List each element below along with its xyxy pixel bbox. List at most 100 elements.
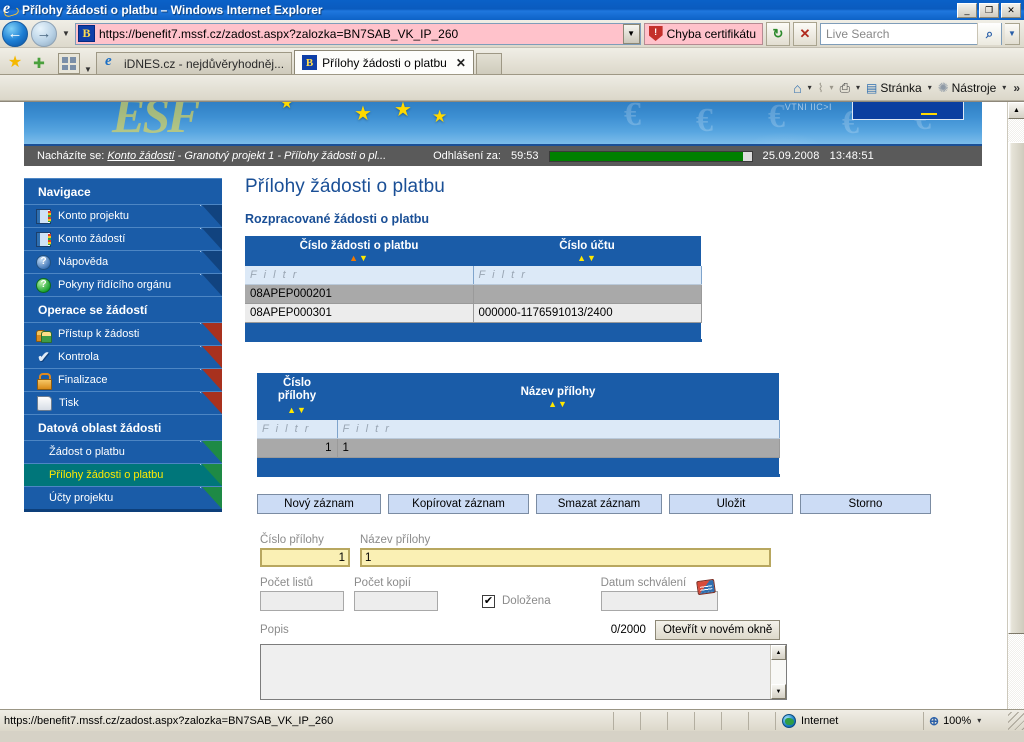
cancel-button[interactable]: Storno	[800, 494, 931, 514]
home-caret-icon[interactable]: ▾	[806, 83, 814, 92]
sort-asc-icon[interactable]: ▲	[287, 405, 297, 415]
page-scrollbar-vertical[interactable]: ▲	[1007, 102, 1024, 709]
sidebar-item-tisk[interactable]: Tisk	[24, 391, 222, 414]
textarea-popis[interactable]: ▲ ▼	[260, 644, 787, 700]
browser-tab-idnes[interactable]: iDNES.cz - nejdůvěryhodněj...	[96, 52, 293, 74]
zoom-caret-icon[interactable]: ▾	[975, 716, 983, 725]
sort-desc-icon[interactable]: ▼	[359, 253, 369, 263]
add-favorite-icon[interactable]: ✚	[28, 51, 50, 74]
input-pocet-listu[interactable]	[260, 591, 344, 611]
feeds-caret-icon[interactable]: ▾	[828, 83, 836, 92]
table-row[interactable]: 1 1	[257, 438, 780, 458]
sidebar-item-pokyny-ridiciho-organu[interactable]: ? Pokyny řídícího orgánu	[24, 273, 222, 296]
field-dolozena[interactable]: ✔ Doložena	[482, 591, 551, 611]
sidebar-item-prilohy-zadosti-o-platbu[interactable]: Přílohy žádosti o platbu	[24, 463, 222, 486]
input-pocet-kopii[interactable]	[354, 591, 438, 611]
eu-star-icon: ★	[280, 102, 294, 112]
sort-asc-icon[interactable]: ▲	[349, 253, 359, 263]
command-overflow-icon[interactable]: »	[1009, 81, 1020, 95]
certificate-error-badge[interactable]: ! Chyba certifikátu	[643, 22, 763, 45]
close-tab-icon[interactable]: ✕	[456, 56, 466, 70]
new-tab-button[interactable]	[475, 53, 502, 74]
textarea-content[interactable]	[261, 645, 770, 699]
sidebar-item-konto-zadosti[interactable]: Konto žádostí	[24, 227, 222, 250]
forward-button[interactable]: →	[31, 20, 57, 47]
sidebar-item-kontrola[interactable]: ✔ Kontrola	[24, 345, 222, 368]
column-label: Číslo účtu	[559, 240, 615, 252]
search-provider-caret-icon[interactable]: ▼	[1005, 22, 1020, 45]
sidebar-item-konto-projektu[interactable]: Konto projektu	[24, 204, 222, 227]
column-header-cislo-uctu[interactable]: Číslo účtu ▲▼	[473, 236, 701, 266]
table-row[interactable]: 08APEP000201	[245, 284, 702, 304]
zoom-control[interactable]: ⊕ 100% ▾	[924, 712, 1008, 730]
resize-grip[interactable]	[1008, 711, 1024, 730]
delete-record-button[interactable]: Smazat záznam	[536, 494, 662, 514]
home-button[interactable]: ⌂	[790, 77, 804, 99]
sidebar-item-finalizace[interactable]: Finalizace	[24, 368, 222, 391]
table-row[interactable]: 08APEP000301 000000-1176591013/2400	[245, 303, 702, 323]
filter-input-nazev-prilohy[interactable]: F i l t r	[337, 420, 780, 439]
sort-controls[interactable]: ▲▼	[339, 399, 777, 409]
sidebar-heading-operace: Operace se žádostí	[24, 296, 222, 322]
scroll-up-icon[interactable]: ▲	[771, 645, 786, 660]
sidebar-item-napoveda[interactable]: ? Nápověda	[24, 250, 222, 273]
textarea-scrollbar[interactable]: ▲ ▼	[770, 645, 786, 699]
print-button[interactable]: ⎙	[837, 77, 853, 99]
sidebar-item-zadost-o-platbu[interactable]: Žádost o platbu	[24, 440, 222, 463]
print-caret-icon[interactable]: ▾	[854, 83, 862, 92]
feeds-button[interactable]: ⌇	[815, 77, 827, 99]
scrollbar-thumb[interactable]	[1008, 142, 1024, 634]
column-header-cislo-zadosti[interactable]: Číslo žádosti o platbu ▲▼	[245, 236, 473, 266]
input-cislo-prilohy[interactable]: 1	[260, 548, 350, 567]
page-menu-button[interactable]: ▤ Stránka	[863, 77, 925, 99]
sort-controls[interactable]: ▲▼	[247, 253, 471, 263]
internet-explorer-icon	[3, 0, 18, 18]
checkbox-dolozena[interactable]: ✔	[482, 594, 495, 608]
sidebar-item-pristup-k-zadosti[interactable]: Přístup k žádosti	[24, 322, 222, 345]
breadcrumb-link[interactable]: Konto žádostí	[107, 150, 174, 162]
column-header-cislo-prilohy[interactable]: Číslo přílohy ▲▼	[257, 373, 337, 420]
url-bar[interactable]: B https://benefit7.mssf.cz/zadost.aspx?z…	[75, 22, 641, 45]
url-dropdown-icon[interactable]: ▼	[622, 23, 640, 44]
filter-input-cislo-uctu[interactable]: F i l t r	[473, 266, 702, 285]
minimize-button[interactable]: _	[957, 2, 977, 18]
recent-pages-caret-icon[interactable]: ▼	[60, 29, 72, 38]
sort-asc-icon[interactable]: ▲	[577, 253, 587, 263]
open-in-new-window-button[interactable]: Otevřít v novém okně	[654, 620, 781, 640]
sidebar-item-ucty-projektu[interactable]: Účty projektu	[24, 486, 222, 509]
tools-menu-caret-icon[interactable]: ▾	[1000, 83, 1008, 92]
sort-controls[interactable]: ▲▼	[475, 253, 699, 263]
tab-list-caret-icon[interactable]: ▼	[82, 65, 94, 74]
input-nazev-prilohy[interactable]: 1	[360, 548, 771, 567]
copy-record-button[interactable]: Kopírovat záznam	[388, 494, 529, 514]
filter-input-cislo-prilohy[interactable]: F i l t r	[257, 420, 338, 439]
new-record-button[interactable]: Nový záznam	[257, 494, 381, 514]
sort-desc-icon[interactable]: ▼	[558, 399, 568, 409]
sort-desc-icon[interactable]: ▼	[587, 253, 597, 263]
refresh-icon[interactable]: ↻	[766, 21, 790, 46]
close-button[interactable]: ✕	[1001, 2, 1021, 18]
scroll-up-icon[interactable]: ▲	[1008, 102, 1024, 119]
notebook-icon	[36, 231, 51, 247]
favorites-star-icon[interactable]: ★	[4, 51, 26, 74]
sort-asc-icon[interactable]: ▲	[548, 399, 558, 409]
quick-tabs-button[interactable]	[58, 53, 80, 74]
security-zone-indicator[interactable]: Internet	[776, 711, 924, 730]
filter-input-cislo-zadosti[interactable]: F i l t r	[245, 266, 474, 285]
tools-menu-button[interactable]: ✺ Nástroje	[935, 77, 1000, 99]
scroll-down-icon[interactable]: ▼	[771, 684, 786, 699]
form-row-1: Číslo přílohy 1 Název přílohy 1	[260, 534, 805, 567]
calendar-icon[interactable]	[695, 578, 716, 596]
search-icon[interactable]: ⌕	[977, 22, 1001, 45]
restore-button[interactable]: ❐	[979, 2, 999, 18]
window-controls: _ ❐ ✕	[957, 2, 1021, 18]
search-input[interactable]: Live Search ⌕	[820, 22, 1002, 45]
save-button[interactable]: Uložit	[669, 494, 793, 514]
browser-tab-prilohy[interactable]: B Přílohy žádosti o platbu ✕	[294, 50, 474, 74]
sort-controls[interactable]: ▲▼	[259, 404, 335, 417]
sort-desc-icon[interactable]: ▼	[297, 405, 307, 415]
back-button[interactable]: ←	[2, 20, 28, 47]
column-header-nazev-prilohy[interactable]: Název přílohy ▲▼	[337, 373, 779, 420]
stop-icon[interactable]: ✕	[793, 21, 817, 46]
page-menu-caret-icon[interactable]: ▾	[926, 83, 934, 92]
